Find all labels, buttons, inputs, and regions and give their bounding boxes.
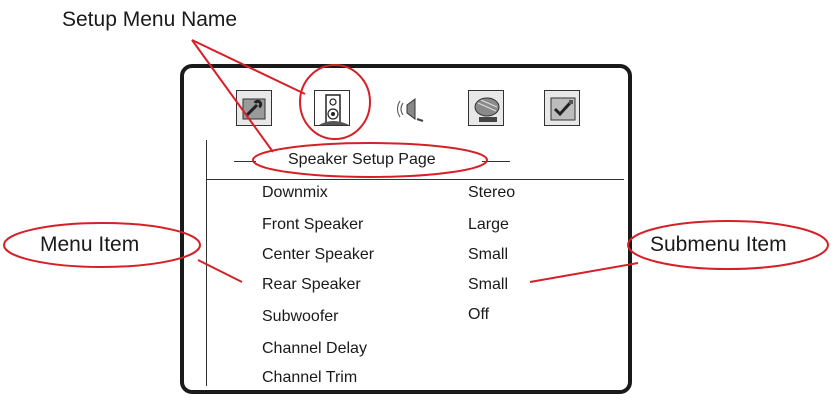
submenu-item-callout-ellipse: [627, 220, 829, 270]
page-title-highlight: [252, 142, 488, 178]
speaker-icon-highlight: [299, 64, 371, 140]
callout-line-setup-icon: [191, 39, 306, 95]
menu-item-callout-ellipse: [3, 222, 201, 268]
annotation-overlay: [3, 39, 829, 283]
callout-line-submenu-item: [529, 262, 639, 283]
callout-line-menu-item: [197, 259, 243, 283]
callout-line-setup-title: [191, 39, 274, 153]
